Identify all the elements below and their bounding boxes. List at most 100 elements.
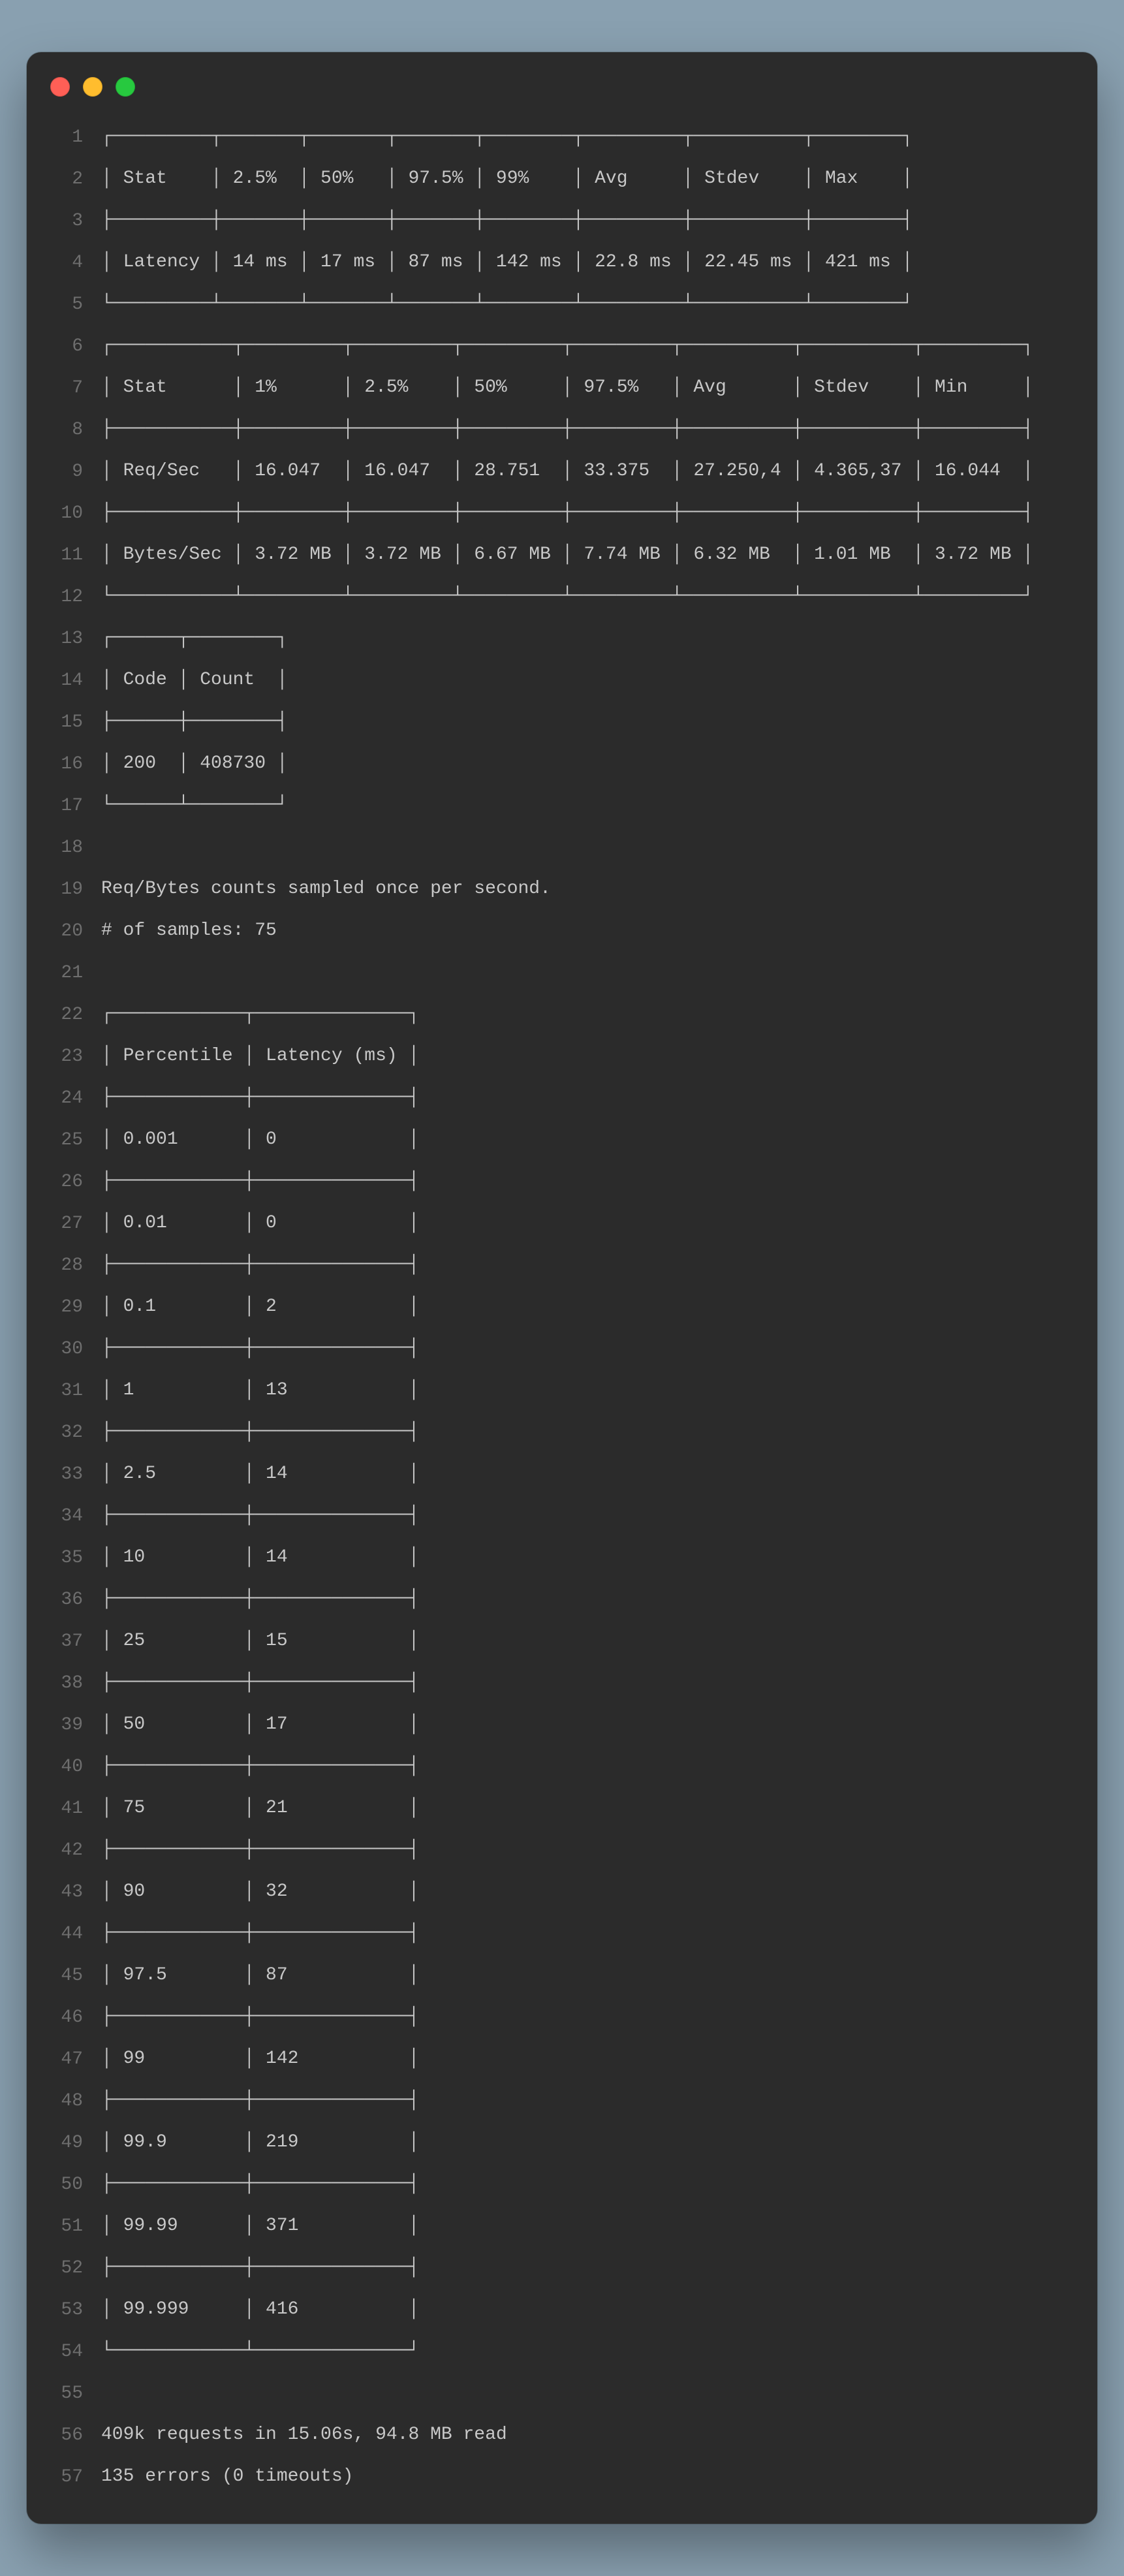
line-number: 23 bbox=[50, 1046, 83, 1067]
zoom-icon[interactable] bbox=[116, 77, 135, 97]
line-content: └───────────┴─────────┴─────────┴───────… bbox=[101, 588, 1033, 606]
line-number: 50 bbox=[50, 2175, 83, 2195]
line-content: │ 2.5 │ 14 │ bbox=[101, 1465, 419, 1483]
line-number: 27 bbox=[50, 1214, 83, 1234]
code-line: 19Req/Bytes counts sampled once per seco… bbox=[50, 868, 1074, 910]
line-content: ├──────┼────────┤ bbox=[101, 713, 288, 731]
line-number: 12 bbox=[50, 587, 83, 607]
code-line: 30 ├────────────┼──────────────┤ bbox=[50, 1328, 1074, 1370]
code-line: 52 ├────────────┼──────────────┤ bbox=[50, 2247, 1074, 2289]
line-number: 48 bbox=[50, 2091, 83, 2111]
line-content: │ 99.999 │ 416 │ bbox=[101, 2301, 419, 2319]
line-number: 40 bbox=[50, 1757, 83, 1777]
code-line: 13┌──────┬────────┐ bbox=[50, 618, 1074, 659]
code-line: 57135 errors (0 timeouts) bbox=[50, 2456, 1074, 2498]
line-number: 5 bbox=[50, 294, 83, 315]
line-content: ├────────────┼──────────────┤ bbox=[101, 1590, 419, 1609]
line-number: 52 bbox=[50, 2258, 83, 2278]
code-line: 28 ├────────────┼──────────────┤ bbox=[50, 1244, 1074, 1286]
line-number: 3 bbox=[50, 211, 83, 231]
code-line: 54└────────────┴──────────────┘ bbox=[50, 2331, 1074, 2372]
line-number: 20 bbox=[50, 921, 83, 941]
code-line: 17└──────┴────────┘ bbox=[50, 785, 1074, 826]
code-line: 55 bbox=[50, 2372, 1074, 2414]
line-number: 16 bbox=[50, 754, 83, 774]
line-content: ├────────────┼──────────────┤ bbox=[101, 1507, 419, 1525]
line-number: 45 bbox=[50, 1966, 83, 1986]
code-line: 25│ 0.001 │ 0 │ bbox=[50, 1119, 1074, 1161]
line-number: 57 bbox=[50, 2467, 83, 2487]
line-content: ┌───────────┬─────────┬─────────┬───────… bbox=[101, 337, 1033, 355]
line-content: │ Stat │ 1% │ 2.5% │ 50% │ 97.5% │ Avg │… bbox=[101, 379, 1033, 397]
line-number: 28 bbox=[50, 1255, 83, 1276]
line-number: 33 bbox=[50, 1464, 83, 1484]
line-content: ├────────────┼──────────────┤ bbox=[101, 1757, 419, 1776]
code-line: 8 ├───────────┼─────────┼─────────┼──────… bbox=[50, 409, 1074, 450]
line-content: │ Percentile │ Latency (ms) │ bbox=[101, 1047, 419, 1065]
line-number: 44 bbox=[50, 1924, 83, 1944]
line-number: 15 bbox=[50, 712, 83, 732]
code-line: 6 ┌───────────┬─────────┬─────────┬──────… bbox=[50, 325, 1074, 367]
line-content: ├────────────┼──────────────┤ bbox=[101, 1674, 419, 1692]
code-line: 1┌─────────┬───────┬───────┬───────┬────… bbox=[50, 116, 1074, 158]
line-content: ├────────────┼──────────────┤ bbox=[101, 1841, 419, 1859]
line-content: ├────────────┼──────────────┤ bbox=[101, 1172, 419, 1191]
code-line: 48├────────────┼──────────────┤ bbox=[50, 2080, 1074, 2122]
code-line: 50├────────────┼──────────────┤ bbox=[50, 2163, 1074, 2205]
line-number: 30 bbox=[50, 1339, 83, 1359]
line-number: 7 bbox=[50, 378, 83, 398]
code-line: 12 └───────────┴─────────┴─────────┴─────… bbox=[50, 576, 1074, 618]
terminal-window: 1┌─────────┬───────┬───────┬───────┬────… bbox=[27, 52, 1097, 2524]
code-line: 36├────────────┼──────────────┤ bbox=[50, 1579, 1074, 1620]
line-number: 21 bbox=[50, 963, 83, 983]
line-number: 25 bbox=[50, 1130, 83, 1150]
line-number: 24 bbox=[50, 1088, 83, 1108]
line-content: ┌──────┬────────┐ bbox=[101, 629, 288, 648]
line-content: │ Code │ Count │ bbox=[101, 671, 288, 689]
line-number: 31 bbox=[50, 1381, 83, 1401]
line-number: 19 bbox=[50, 879, 83, 900]
line-content: ├────────────┼──────────────┤ bbox=[101, 2259, 419, 2277]
line-number: 9 bbox=[50, 462, 83, 482]
line-content: ├───────────┼─────────┼─────────┼───────… bbox=[101, 420, 1033, 439]
line-content: ├────────────┼──────────────┤ bbox=[101, 1256, 419, 1274]
line-content: ├────────────┼──────────────┤ bbox=[101, 1340, 419, 1358]
line-number: 26 bbox=[50, 1172, 83, 1192]
line-content: ├────────────┼──────────────┤ bbox=[101, 2008, 419, 2026]
code-line: 47│ 99 │ 142 │ bbox=[50, 2038, 1074, 2080]
code-line: 24 ├────────────┼──────────────┤ bbox=[50, 1077, 1074, 1119]
line-number: 55 bbox=[50, 2383, 83, 2404]
line-content: ┌─────────┬───────┬───────┬───────┬─────… bbox=[101, 128, 913, 146]
line-number: 39 bbox=[50, 1715, 83, 1735]
line-content: ├────────────┼──────────────┤ bbox=[101, 1089, 419, 1107]
line-content: │ Stat │ 2.5% │ 50% │ 97.5% │ 99% │ Avg … bbox=[101, 170, 913, 188]
line-content: │ 200 │ 408730 │ bbox=[101, 755, 288, 773]
line-content: │ 75 │ 21 │ bbox=[101, 1799, 419, 1817]
terminal-output: 1┌─────────┬───────┬───────┬───────┬────… bbox=[27, 116, 1097, 2498]
line-number: 17 bbox=[50, 796, 83, 816]
line-content: └────────────┴──────────────┘ bbox=[101, 2342, 419, 2361]
code-line: 11│ Bytes/Sec │ 3.72 MB │ 3.72 MB │ 6.67… bbox=[50, 534, 1074, 576]
line-content: │ 97.5 │ 87 │ bbox=[101, 1966, 419, 1985]
line-number: 32 bbox=[50, 1422, 83, 1443]
line-content: ┌────────────┬──────────────┐ bbox=[101, 1005, 419, 1024]
code-line: 3├─────────┼───────┼───────┼───────┼────… bbox=[50, 200, 1074, 242]
line-content: │ 1 │ 13 │ bbox=[101, 1381, 419, 1400]
close-icon[interactable] bbox=[50, 77, 70, 97]
code-line: 16 │ 200 │ 408730 │ bbox=[50, 743, 1074, 785]
line-number: 51 bbox=[50, 2216, 83, 2237]
minimize-icon[interactable] bbox=[83, 77, 102, 97]
line-content: │ Req/Sec │ 16.047 │ 16.047 │ 28.751 │ 3… bbox=[101, 462, 1033, 480]
code-line: 20# of samples: 75 bbox=[50, 910, 1074, 952]
line-number: 6 bbox=[50, 336, 83, 356]
line-content: │ 99 │ 142 │ bbox=[101, 2050, 419, 2068]
line-number: 41 bbox=[50, 1798, 83, 1819]
code-line: 37│ 25 │ 15 │ bbox=[50, 1620, 1074, 1662]
code-line: 51│ 99.99 │ 371 │ bbox=[50, 2205, 1074, 2247]
line-content: ├───────────┼─────────┼─────────┼───────… bbox=[101, 504, 1033, 522]
code-line: 27│ 0.01 │ 0 │ bbox=[50, 1202, 1074, 1244]
code-line: 39│ 50 │ 17 │ bbox=[50, 1704, 1074, 1746]
line-number: 46 bbox=[50, 2007, 83, 2028]
line-number: 8 bbox=[50, 420, 83, 440]
code-line: 22┌────────────┬──────────────┐ bbox=[50, 994, 1074, 1035]
